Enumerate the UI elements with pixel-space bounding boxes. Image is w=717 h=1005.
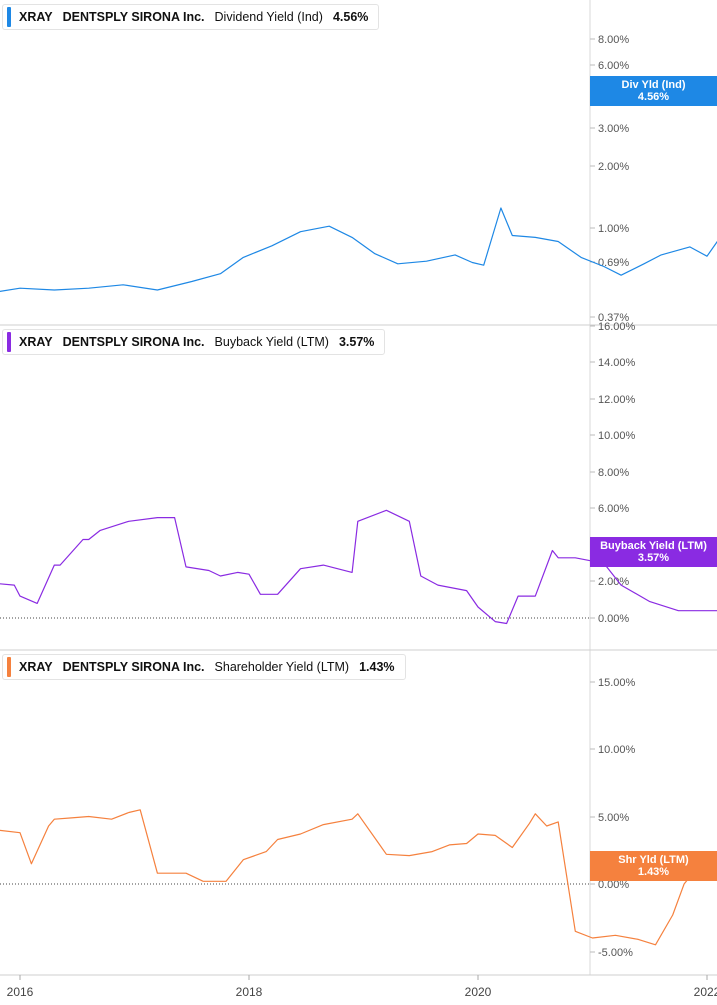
dividend-flag-value: 4.56%: [637, 91, 670, 103]
buyback-y-tick-label: 0.00%: [598, 613, 629, 625]
dividend-legend-ticker: XRAY: [19, 10, 53, 24]
buyback-legend-company: DENTSPLY SIRONA Inc.: [62, 335, 205, 349]
shareholder-legend-color-bar: [7, 657, 11, 677]
shareholder-legend-company: DENTSPLY SIRONA Inc.: [62, 660, 205, 674]
buyback-y-tick-label: 2.00%: [598, 576, 629, 588]
shareholder-yield-legend: XRAY DENTSPLY SIRONA Inc. Shareholder Yi…: [2, 654, 406, 680]
shareholder-flag-value: 1.43%: [637, 866, 670, 878]
dividend-legend-metric: Dividend Yield (Ind): [214, 10, 323, 24]
dividend-legend-color-bar: [7, 7, 11, 27]
shareholder-yield-value-flag: Shr Yld (LTM) 1.43%: [590, 851, 717, 881]
buyback-legend-color-bar: [7, 332, 11, 352]
x-tick-label: 2018: [236, 985, 263, 999]
dividend-y-tick-label: 1.00%: [598, 223, 629, 235]
shareholder-legend-metric: Shareholder Yield (LTM): [214, 660, 350, 674]
dividend-y-tick-label: 6.00%: [598, 60, 629, 72]
dividend-yield-value-flag: Div Yld (Ind) 4.56%: [590, 76, 717, 106]
buyback-y-tick-label: 8.00%: [598, 467, 629, 479]
buyback-yield-legend: XRAY DENTSPLY SIRONA Inc. Buyback Yield …: [2, 329, 386, 355]
shareholder-y-tick-label: -5.00%: [598, 947, 633, 959]
shareholder-legend-value: 1.43%: [359, 660, 395, 674]
buyback-y-tick-label: 6.00%: [598, 503, 629, 515]
dividend-legend-value: 4.56%: [332, 10, 369, 24]
dividend-flag-label: Div Yld (Ind): [621, 79, 686, 91]
buyback-y-tick-label: 16.00%: [598, 321, 636, 333]
dividend-y-tick-label: 8.00%: [598, 34, 629, 46]
buyback-legend-value: 3.57%: [338, 335, 375, 349]
buyback-y-tick-label: 10.00%: [598, 430, 636, 442]
x-tick-label: 2022: [694, 985, 717, 999]
shareholder-y-tick-label: 15.00%: [598, 677, 636, 689]
x-tick-label: 2020: [465, 985, 492, 999]
shareholder-legend-ticker: XRAY: [19, 660, 53, 674]
buyback-yield-value-flag: Buyback Yield (LTM) 3.57%: [590, 537, 717, 567]
dividend-y-tick-label: 2.00%: [598, 161, 629, 173]
dividend-yield-legend: XRAY DENTSPLY SIRONA Inc. Dividend Yield…: [2, 4, 380, 30]
buyback-y-tick-label: 14.00%: [598, 357, 636, 369]
buyback-flag-label: Buyback Yield (LTM): [600, 540, 707, 552]
dividend-legend-company: DENTSPLY SIRONA Inc.: [62, 10, 205, 24]
shareholder-y-tick-label: 10.00%: [598, 744, 636, 756]
shareholder-flag-label: Shr Yld (LTM): [618, 854, 689, 866]
buyback-flag-value: 3.57%: [637, 552, 670, 564]
shareholder-series-line: [0, 809, 717, 946]
shareholder-y-tick-label: 5.00%: [598, 812, 629, 824]
buyback-y-tick-label: 12.00%: [598, 394, 636, 406]
buyback-legend-metric: Buyback Yield (LTM): [214, 335, 329, 349]
x-tick-label: 2016: [7, 985, 34, 999]
buyback-legend-ticker: XRAY: [19, 335, 53, 349]
dividend-y-tick-label: 0.69%: [598, 257, 629, 269]
dividend-y-tick-label: 3.00%: [598, 123, 629, 135]
